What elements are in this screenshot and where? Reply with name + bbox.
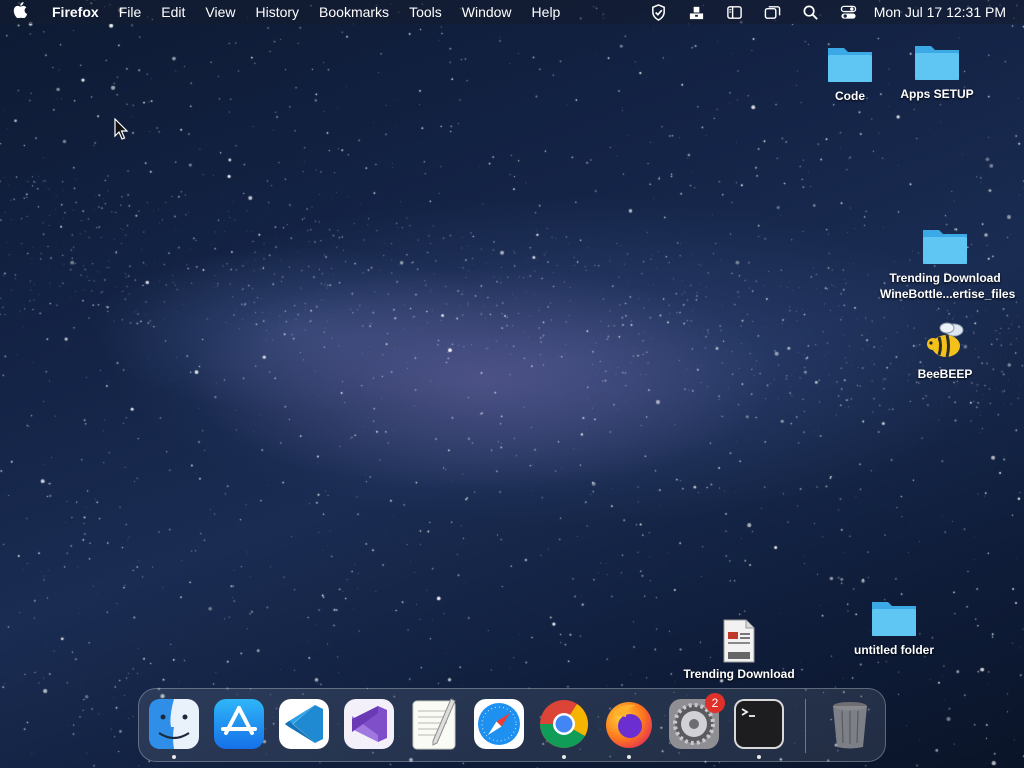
menu-tools[interactable]: Tools xyxy=(399,0,452,24)
menu-window[interactable]: Window xyxy=(452,0,522,24)
desktop-icon-label: BeeBEEP xyxy=(917,367,973,381)
folder-icon xyxy=(825,40,875,86)
dock-trash[interactable] xyxy=(823,697,877,751)
visual-studio-icon xyxy=(344,699,394,749)
dock-chrome[interactable] xyxy=(537,697,591,759)
dock-visual-studio[interactable] xyxy=(342,697,396,751)
upload-tray-icon[interactable] xyxy=(685,0,709,24)
menu-clock[interactable]: Mon Jul 17 12:31 PM xyxy=(868,4,1024,20)
dock-safari[interactable] xyxy=(472,697,526,751)
textedit-icon xyxy=(412,698,456,750)
notification-badge: 2 xyxy=(705,693,725,713)
chrome-icon xyxy=(540,700,589,748)
dock-textedit[interactable] xyxy=(407,697,461,751)
app-store-icon xyxy=(214,699,264,749)
apple-logo-icon[interactable] xyxy=(0,2,40,22)
bee-app-icon xyxy=(920,318,970,364)
dock-separator xyxy=(805,699,806,753)
dock-firefox[interactable] xyxy=(602,697,656,759)
trash-icon xyxy=(833,702,867,749)
desktop-app-beebeep[interactable]: BeeBEEP xyxy=(880,318,1010,382)
desktop-folder-trending-download[interactable]: Trending Download WineBottle...ertise_fi… xyxy=(880,222,1016,302)
desktop-icon-label: Trending Download xyxy=(889,271,1001,285)
vscode-icon xyxy=(279,699,329,749)
dock-running-indicator xyxy=(757,755,761,759)
vpn-shield-icon[interactable] xyxy=(647,0,671,24)
mouse-cursor-icon xyxy=(114,118,129,140)
dock-vscode[interactable] xyxy=(277,697,331,751)
desktop-icon-label-line2: WineBottle...ertise_files xyxy=(880,287,1016,301)
menu-bookmarks[interactable]: Bookmarks xyxy=(309,0,399,24)
dock-app-store[interactable] xyxy=(212,697,266,751)
dock-running-indicator xyxy=(172,755,176,759)
folder-icon xyxy=(869,594,919,640)
firefox-icon xyxy=(606,702,652,748)
dock-system-settings[interactable]: 2 xyxy=(667,693,725,751)
menu-app-name[interactable]: Firefox xyxy=(40,0,109,24)
folder-icon xyxy=(920,222,970,268)
sidebar-icon[interactable] xyxy=(723,0,747,24)
dock-terminal[interactable] xyxy=(732,697,786,759)
menu-edit[interactable]: Edit xyxy=(151,0,195,24)
menu-view[interactable]: View xyxy=(195,0,245,24)
terminal-icon xyxy=(734,699,784,749)
dock-running-indicator xyxy=(627,755,631,759)
desktop-icon-label: Trending Download xyxy=(683,667,795,681)
dock-finder[interactable] xyxy=(147,697,201,759)
desktop-file-trending-download-html[interactable]: Trending Download xyxy=(674,618,804,682)
desktop-icon-label: Apps SETUP xyxy=(900,87,974,101)
html-file-icon xyxy=(714,618,764,664)
desktop-folder-apps-setup[interactable]: Apps SETUP xyxy=(872,38,1002,102)
control-center-icon[interactable] xyxy=(837,0,861,24)
desktop-folder-untitled[interactable]: untitled folder xyxy=(829,594,959,658)
menu-bar: Firefox File Edit View History Bookmarks… xyxy=(0,0,1024,24)
dock: 2 xyxy=(138,688,886,762)
menu-file[interactable]: File xyxy=(109,0,152,24)
desktop-icon-label: untitled folder xyxy=(854,643,934,657)
finder-icon xyxy=(149,699,199,749)
dock-running-indicator xyxy=(562,755,566,759)
folder-icon xyxy=(912,38,962,84)
menu-help[interactable]: Help xyxy=(522,0,571,24)
safari-icon xyxy=(474,699,524,749)
windows-icon[interactable] xyxy=(761,0,785,24)
menu-history[interactable]: History xyxy=(245,0,309,24)
search-icon[interactable] xyxy=(799,0,823,24)
